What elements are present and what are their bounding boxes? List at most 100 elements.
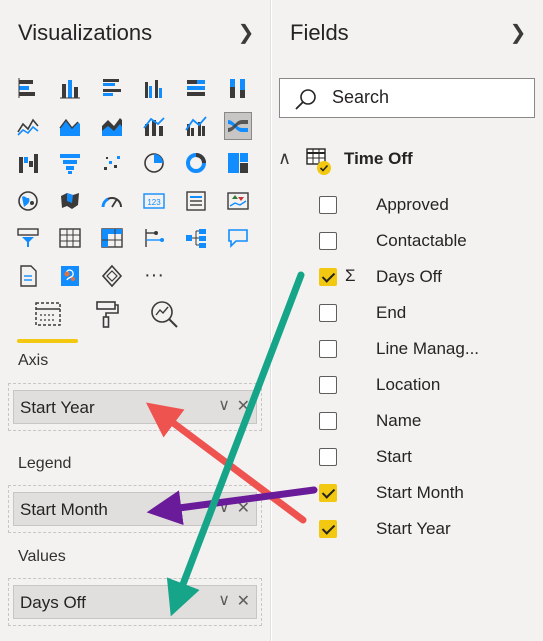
multi-row-card-icon[interactable] <box>182 187 210 215</box>
field-checkbox[interactable] <box>319 304 337 322</box>
field-name: Name <box>376 411 422 430</box>
field-name: Start Month <box>376 483 464 502</box>
field-item[interactable]: Line Manag... <box>272 333 543 369</box>
field-checkbox[interactable] <box>319 232 337 250</box>
treemap-icon[interactable] <box>224 149 252 177</box>
field-name: Contactable <box>376 231 467 250</box>
field-item[interactable]: Location <box>272 369 543 405</box>
clustered-bar-chart-icon[interactable] <box>98 74 126 102</box>
field-item[interactable]: Start <box>272 441 543 477</box>
field-name: Days Off <box>376 267 442 286</box>
filled-map-icon[interactable] <box>56 187 84 215</box>
fields-pane: Fields ❯ ∧ Time Off Approved Contactable Σ… <box>272 0 543 641</box>
matrix-icon[interactable] <box>98 224 126 252</box>
well-field-pill[interactable]: Days Off ∨ ✕ <box>13 585 257 619</box>
field-name: Location <box>376 375 441 394</box>
line-chart-icon[interactable] <box>14 112 42 140</box>
fields-tab-icon[interactable] <box>30 296 66 332</box>
slicer-icon[interactable] <box>14 224 42 252</box>
well-field-name: Start Month <box>20 500 108 519</box>
visualizations-pane: Visualizations ❯ 123 ··· Axis Start Year ∨ ✕… <box>0 0 271 641</box>
chevron-down-icon[interactable]: ∨ <box>218 395 230 415</box>
field-checkbox[interactable] <box>319 412 337 430</box>
field-name: Start Year <box>376 519 451 538</box>
field-item[interactable]: Name <box>272 405 543 441</box>
power-apps-icon[interactable] <box>98 262 126 290</box>
chevron-up-icon[interactable]: ∧ <box>278 148 291 169</box>
close-icon[interactable]: ✕ <box>237 396 250 416</box>
waterfall-chart-icon[interactable] <box>14 149 42 177</box>
table-name: Time Off <box>344 149 413 168</box>
100-stacked-bar-chart-icon[interactable] <box>182 74 210 102</box>
chevron-right-icon[interactable]: ❯ <box>236 21 256 45</box>
field-name: Approved <box>376 195 449 214</box>
well-field-pill[interactable]: Start Month ∨ ✕ <box>13 492 257 526</box>
field-checkbox[interactable] <box>319 340 337 358</box>
analytics-magnifier-icon[interactable] <box>146 296 182 332</box>
stacked-bar-chart-icon[interactable] <box>14 74 42 102</box>
line-and-clustered-column-chart-icon[interactable] <box>182 112 210 140</box>
svg-text:123: 123 <box>147 198 161 207</box>
field-checkbox[interactable] <box>319 484 337 502</box>
search-icon <box>295 89 316 110</box>
pie-chart-icon[interactable] <box>140 149 168 177</box>
well-field-name: Start Year <box>20 398 95 417</box>
field-item[interactable]: Start Month <box>272 477 543 513</box>
search-box[interactable] <box>279 78 535 118</box>
table-header-time-off[interactable]: ∧ Time Off <box>272 144 543 180</box>
map-icon[interactable] <box>14 187 42 215</box>
well-legend[interactable]: Start Month ∨ ✕ <box>8 485 262 533</box>
clustered-column-chart-icon[interactable] <box>140 74 168 102</box>
stacked-area-chart-icon[interactable] <box>98 112 126 140</box>
field-item[interactable]: Contactable <box>272 225 543 261</box>
well-field-pill[interactable]: Start Year ∨ ✕ <box>13 390 257 424</box>
fields-title: Fields <box>290 20 349 45</box>
visualizations-title: Visualizations <box>18 20 153 45</box>
close-icon[interactable]: ✕ <box>237 498 250 518</box>
field-name: Line Manag... <box>376 339 480 358</box>
stacked-column-chart-icon[interactable] <box>56 74 84 102</box>
well-label-axis: Axis <box>18 352 49 369</box>
qa-icon[interactable] <box>224 224 252 252</box>
area-chart-icon[interactable] <box>56 112 84 140</box>
well-axis[interactable]: Start Year ∨ ✕ <box>8 383 262 431</box>
field-checkbox[interactable] <box>319 196 337 214</box>
format-paint-roller-icon[interactable] <box>88 296 124 332</box>
card-icon[interactable]: 123 <box>140 187 168 215</box>
ribbon-chart-icon[interactable] <box>224 111 252 140</box>
more-visuals-label: ··· <box>144 264 164 286</box>
well-values[interactable]: Days Off ∨ ✕ <box>8 578 262 626</box>
table-icon <box>306 148 332 183</box>
arcgis-map-icon[interactable] <box>56 262 84 290</box>
gauge-icon[interactable] <box>98 187 126 215</box>
chevron-down-icon[interactable]: ∨ <box>218 497 230 517</box>
donut-chart-icon[interactable] <box>182 149 210 177</box>
field-item[interactable]: End <box>272 297 543 333</box>
close-icon[interactable]: ✕ <box>237 591 250 611</box>
scatter-chart-icon[interactable] <box>98 149 126 177</box>
paginated-report-icon[interactable] <box>14 262 42 290</box>
field-item[interactable]: Start Year <box>272 513 543 549</box>
active-tab-indicator <box>17 339 78 343</box>
line-and-stacked-column-chart-icon[interactable] <box>140 112 168 140</box>
more-visuals-icon[interactable]: ··· <box>140 262 168 290</box>
funnel-icon[interactable] <box>56 149 84 177</box>
sigma-icon: Σ <box>345 266 356 285</box>
field-item[interactable]: Σ Days Off <box>272 261 543 297</box>
kpi-icon[interactable] <box>224 187 252 215</box>
chevron-right-icon[interactable]: ❯ <box>508 21 528 45</box>
chevron-down-icon[interactable]: ∨ <box>218 590 230 610</box>
field-checkbox[interactable] <box>319 268 337 286</box>
well-label-legend: Legend <box>18 455 72 472</box>
key-influencers-icon[interactable] <box>140 224 168 252</box>
well-label-values: Values <box>18 548 66 565</box>
field-checkbox[interactable] <box>319 448 337 466</box>
field-checkbox[interactable] <box>319 520 337 538</box>
decomposition-tree-icon[interactable] <box>182 224 210 252</box>
field-item[interactable]: Approved <box>272 189 543 225</box>
field-checkbox[interactable] <box>319 376 337 394</box>
search-input[interactable] <box>332 87 522 108</box>
table-icon[interactable] <box>56 224 84 252</box>
100-stacked-column-chart-icon[interactable] <box>224 74 252 102</box>
field-name: End <box>376 303 407 322</box>
